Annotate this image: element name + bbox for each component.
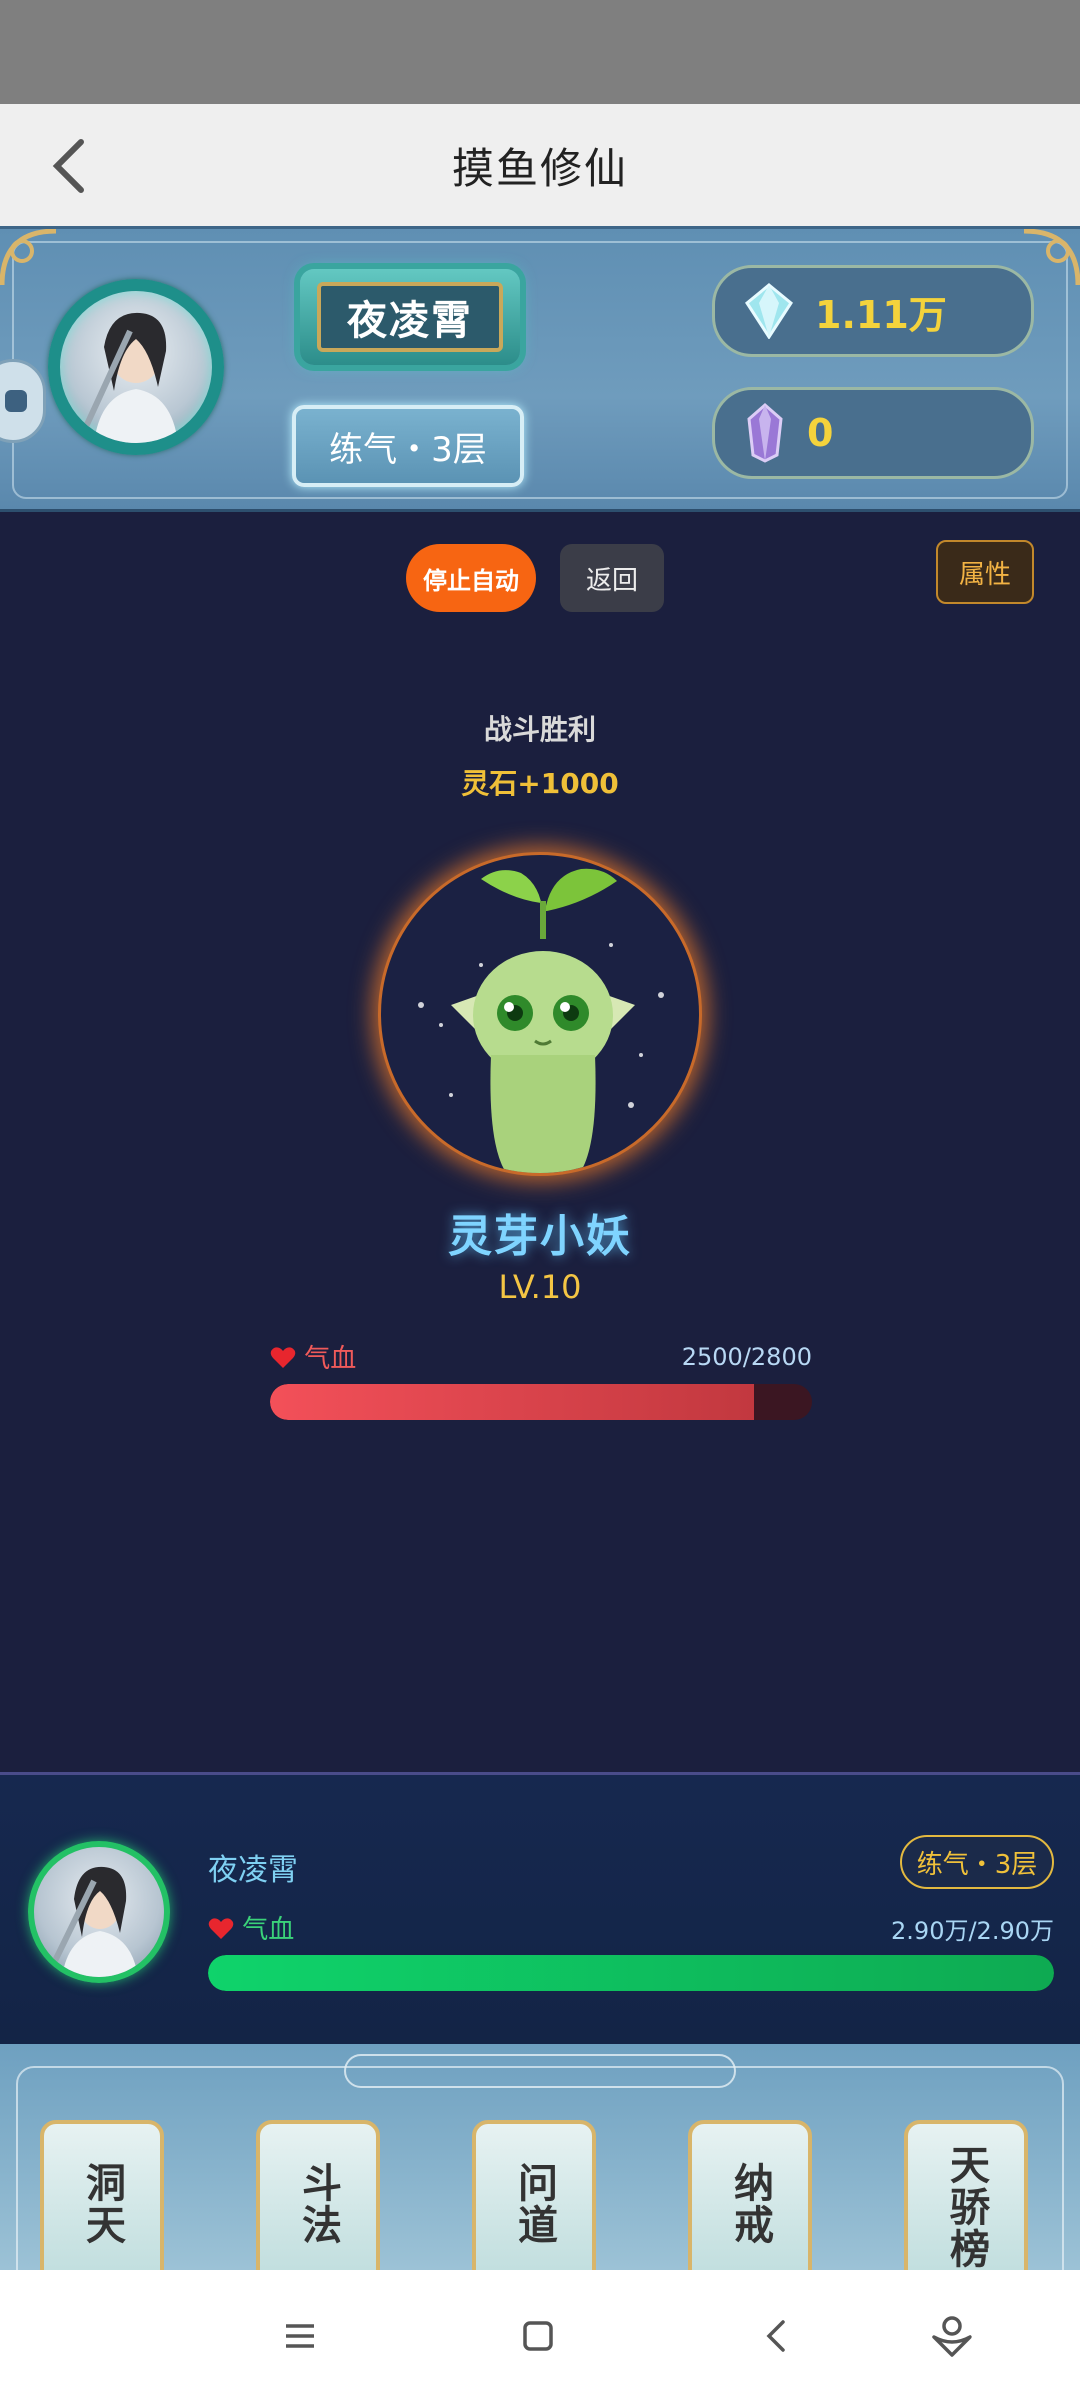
return-button[interactable]: 返回 bbox=[560, 544, 664, 612]
back-button[interactable] bbox=[30, 126, 110, 206]
battle-reward: 灵石+1000 bbox=[461, 767, 619, 800]
menu-item-tianjiaobang[interactable]: 天骄榜 bbox=[904, 2120, 1028, 2270]
player-status-realm: 练气・3层 bbox=[900, 1835, 1054, 1889]
player-header: 夜凌霄 练气・3层 1.11万 0 bbox=[0, 226, 1080, 512]
player-status-avatar[interactable] bbox=[28, 1841, 170, 1983]
nav-assistant-button[interactable] bbox=[924, 2308, 980, 2364]
menu-item-label: 洞天 bbox=[79, 2162, 125, 2246]
sprout-creature-icon bbox=[418, 868, 664, 1173]
purple-crystal-icon bbox=[747, 403, 783, 463]
player-avatar[interactable] bbox=[48, 279, 224, 455]
menu-icon bbox=[286, 2324, 314, 2348]
diamond-gem-icon bbox=[745, 283, 793, 339]
crystal-counter[interactable]: 0 bbox=[712, 387, 1034, 479]
spirit-stone-value: 1.11万 bbox=[815, 292, 947, 337]
heart-icon bbox=[270, 1347, 296, 1368]
player-hp-label: 气血 bbox=[242, 1915, 295, 1945]
nav-menu-button[interactable] bbox=[272, 2308, 328, 2364]
monster-hp-label-wrap: 气血 bbox=[270, 1338, 356, 1375]
chevron-left-icon bbox=[52, 139, 84, 193]
nav-home-button[interactable] bbox=[510, 2308, 566, 2364]
monster-hp-bar bbox=[270, 1384, 812, 1420]
home-square-icon bbox=[523, 2321, 553, 2351]
monster-level: LV.10 bbox=[498, 1268, 582, 1306]
player-realm: 练气・3层 bbox=[292, 405, 524, 487]
monster-hp-label: 气血 bbox=[304, 1344, 357, 1374]
menu-item-label: 斗法 bbox=[295, 2162, 341, 2246]
menu-item-doufa[interactable]: 斗法 bbox=[256, 2120, 380, 2270]
stop-auto-button[interactable]: 停止自动 bbox=[406, 544, 536, 612]
player-status-name: 夜凌霄 bbox=[208, 1853, 298, 1888]
menu-item-najie[interactable]: 纳戒 bbox=[688, 2120, 812, 2270]
monster-name: 灵芽小妖 bbox=[448, 1211, 632, 1262]
monster-portrait bbox=[378, 852, 702, 1176]
monster-hp-value: 2500/2800 bbox=[681, 1342, 812, 1371]
monster-hp-header: 气血 2500/2800 bbox=[270, 1338, 812, 1375]
back-icon bbox=[766, 2320, 785, 2352]
corner-ornament-icon bbox=[0, 229, 57, 286]
title-bar: 摸鱼修仙 bbox=[0, 104, 1080, 226]
player-status-panel: 夜凌霄 练气・3层 气血 2.90万/2.90万 bbox=[0, 1772, 1080, 2044]
heart-icon bbox=[208, 1918, 234, 1939]
attributes-button[interactable]: 属性 bbox=[936, 540, 1034, 604]
battle-area: 停止自动 返回 属性 战斗胜利 灵石+1000 灵芽小妖 LV.10 气血 25… bbox=[0, 512, 1080, 1772]
menu-item-dongtian[interactable]: 洞天 bbox=[40, 2120, 164, 2270]
monster-hp-fill bbox=[270, 1384, 754, 1420]
player-name-plate: 夜凌霄 bbox=[300, 269, 520, 365]
menu-ornament bbox=[344, 2054, 736, 2088]
cultivator-portrait-icon bbox=[49, 1866, 138, 1977]
cultivator-portrait-icon bbox=[81, 312, 178, 443]
status-bar bbox=[0, 0, 1080, 104]
player-hp-label-wrap: 气血 bbox=[208, 1909, 294, 1946]
nav-back-button[interactable] bbox=[748, 2308, 804, 2364]
player-hp-bar bbox=[208, 1955, 1054, 1991]
page-title: 摸鱼修仙 bbox=[451, 143, 628, 193]
menu-item-label: 纳戒 bbox=[727, 2162, 773, 2246]
assistant-icon bbox=[932, 2316, 972, 2357]
spirit-stone-counter[interactable]: 1.11万 bbox=[712, 265, 1034, 357]
player-name: 夜凌霄 bbox=[317, 282, 503, 352]
battle-result: 战斗胜利 bbox=[483, 713, 596, 746]
system-nav-bar bbox=[0, 2270, 1080, 2400]
player-hp-value: 2.90万/2.90万 bbox=[891, 1917, 1054, 1945]
menu-item-label: 问道 bbox=[511, 2162, 557, 2246]
crystal-value: 0 bbox=[807, 411, 834, 455]
menu-item-wendao[interactable]: 问道 bbox=[472, 2120, 596, 2270]
main-menu: 洞天 斗法 问道 纳戒 天骄榜 bbox=[0, 2044, 1080, 2270]
menu-item-label: 天骄榜 bbox=[943, 2144, 989, 2270]
player-hp-fill bbox=[208, 1955, 1054, 1991]
